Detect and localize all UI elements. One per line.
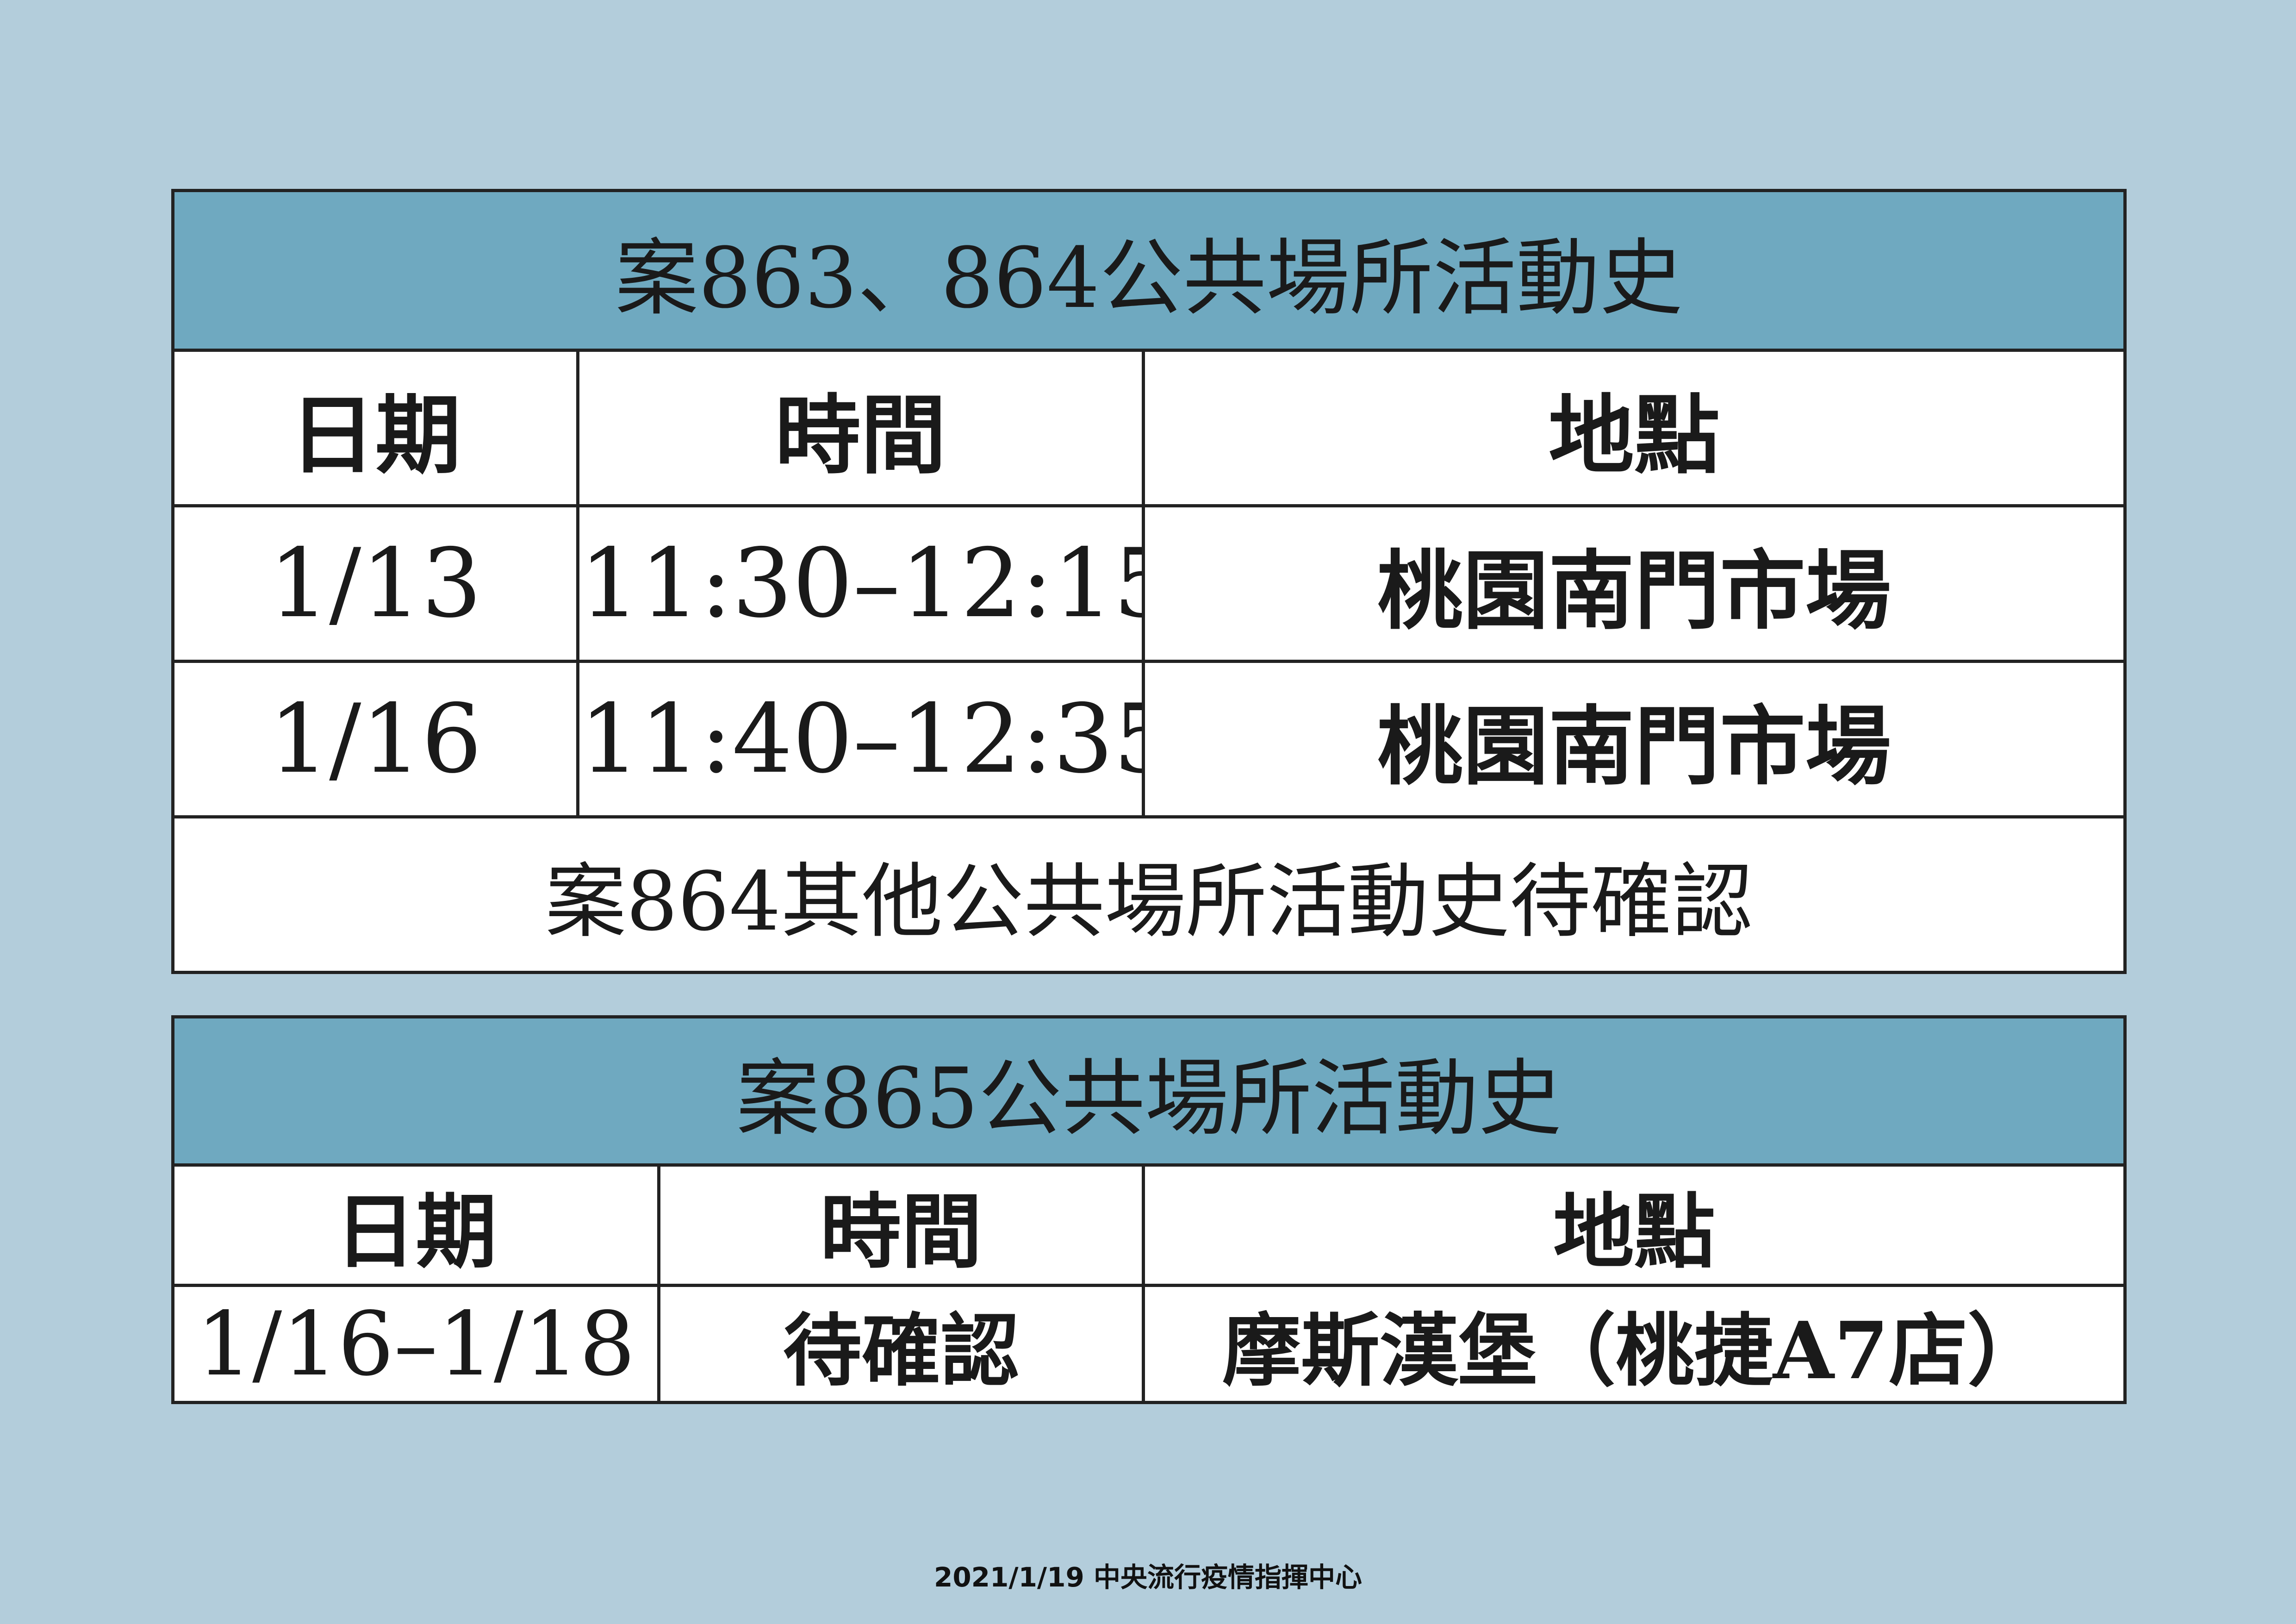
table-title: 案863、864公共場所活動史 [171,189,2127,352]
table-row: 1/16 11:40–12:35 桃園南門市場 [171,660,2127,818]
cell-time: 待確認 [657,1284,1145,1404]
pending-note: 案864其他公共場所活動史待確認 [171,815,2127,974]
column-header-place: 地點 [1142,1163,2127,1287]
table-row: 1/13 11:30–12:15 桃園南門市場 [171,504,2127,663]
column-header-time: 時間 [576,349,1145,507]
cell-date: 1/16 [171,660,579,818]
footer-credit: 2021/1/19 中央流行疫情指揮中心 [933,1562,1363,1593]
cell-date: 1/16–1/18 [171,1284,660,1404]
cell-place: 摩斯漢堡（桃捷A7店） [1142,1284,2127,1404]
cell-place: 桃園南門市場 [1141,504,2127,663]
cell-time: 11:40–12:35 [576,660,1145,818]
table-title: 案865公共場所活動史 [171,1015,2127,1167]
cell-place: 桃園南門市場 [1141,660,2127,818]
column-header-date: 日期 [171,1163,660,1287]
activity-table-cases-863-864: 案863、864公共場所活動史 日期 時間 地點 1/13 11:30–12:1… [171,189,2127,974]
table-row: 1/16–1/18 待確認 摩斯漢堡（桃捷A7店） [171,1284,2127,1404]
activity-table-case-865: 案865公共場所活動史 日期 時間 地點 1/16–1/18 待確認 摩斯漢堡（… [171,1015,2127,1404]
column-header-time: 時間 [657,1163,1145,1287]
cell-time: 11:30–12:15 [576,504,1145,663]
column-header-place: 地點 [1141,349,2127,507]
cell-date: 1/13 [171,504,579,663]
column-header-date: 日期 [171,349,579,507]
